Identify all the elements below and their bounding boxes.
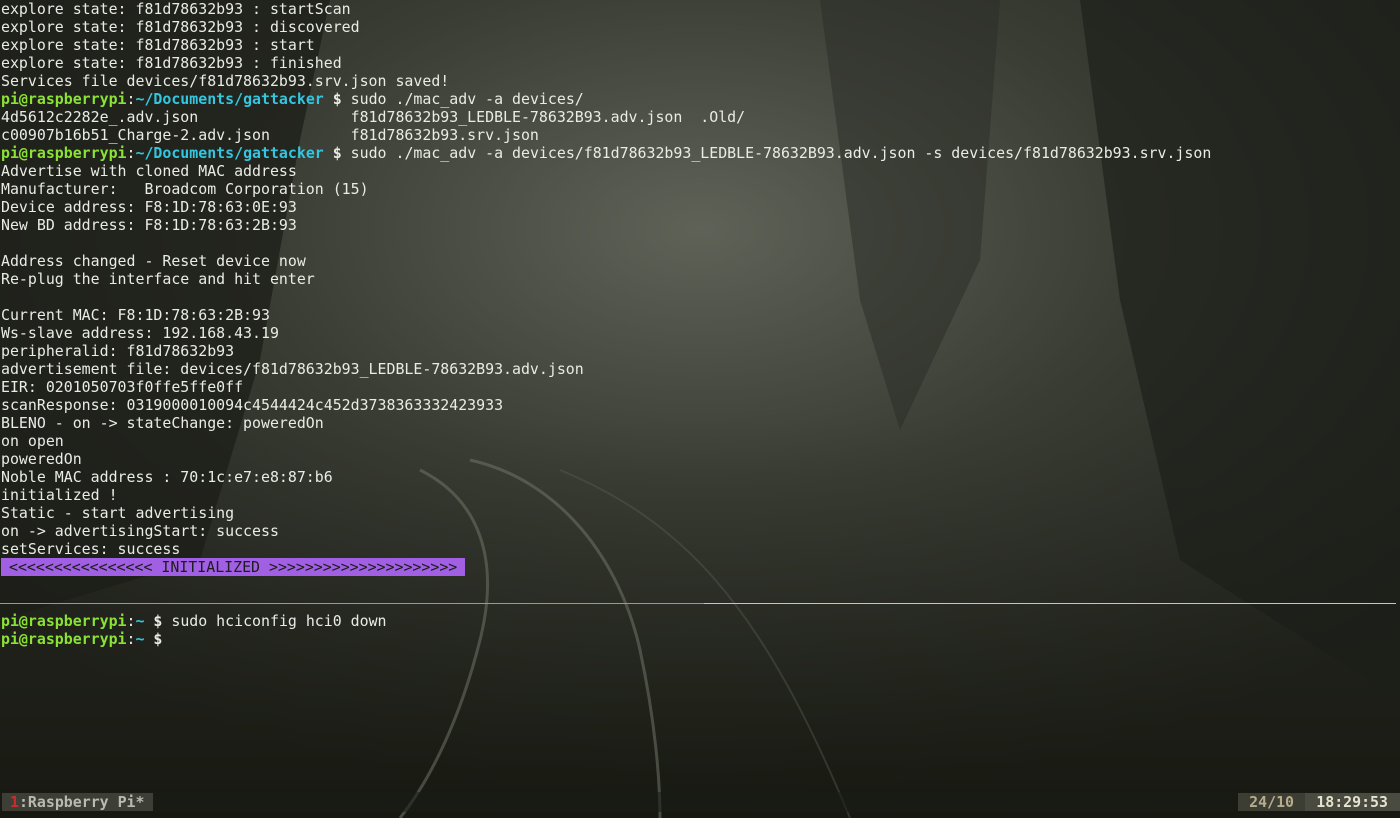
output-line: explore state: f81d78632b93 : discovered — [1, 18, 360, 36]
prompt-user-host: pi@raspberrypi — [1, 612, 127, 630]
output-line: on open — [1, 432, 64, 450]
window-index: 1 — [10, 793, 19, 811]
prompt-symbol: $ — [332, 144, 342, 162]
output-line: advertisement file: devices/f81d78632b93… — [1, 360, 584, 378]
output-line: Device address: F8:1D:78:63:0E:93 — [1, 198, 297, 216]
initialized-banner: <<<<<<<<<<<<<<<< INITIALIZED >>>>>>>>>>>… — [1, 558, 466, 576]
output-line: Services file devices/f81d78632b93.srv.j… — [1, 72, 450, 90]
output-line: EIR: 0201050703f0ffe5ffe0ff — [1, 378, 244, 396]
prompt-line: pi@raspberrypi:~/Documents/gattacker $ s… — [1, 144, 1212, 162]
window-name: :Raspberry Pi* — [18, 793, 145, 811]
output-line: on -> advertisingStart: success — [1, 522, 279, 540]
output-line: Advertise with cloned MAC address — [1, 162, 297, 180]
terminal-pane-bottom[interactable]: pi@raspberrypi:~ $ sudo hciconfig hci0 d… — [1, 612, 1399, 790]
prompt-symbol: $ — [153, 630, 163, 648]
output-line: Static - start advertising — [1, 504, 235, 522]
prompt-path: ~ — [135, 630, 145, 648]
output-line: peripheralid: f81d78632b93 — [1, 342, 235, 360]
prompt-line[interactable]: pi@raspberrypi:~ $ — [1, 630, 1399, 648]
command-text: sudo hciconfig hci0 down — [171, 612, 387, 630]
output-line: Current MAC: F8:1D:78:63:2B:93 — [1, 306, 270, 324]
prompt-user-host: pi@raspberrypi — [1, 90, 127, 108]
command-text: sudo ./mac_adv -a devices/ — [350, 90, 584, 108]
prompt-symbol: $ — [332, 90, 342, 108]
output-line: Ws-slave address: 192.168.43.19 — [1, 324, 279, 342]
prompt-line: pi@raspberrypi:~/Documents/gattacker $ s… — [1, 90, 584, 108]
output-line: explore state: f81d78632b93 : finished — [1, 54, 342, 72]
prompt-line: pi@raspberrypi:~ $ sudo hciconfig hci0 d… — [1, 612, 387, 630]
output-line: BLENO - on -> stateChange: poweredOn — [1, 414, 324, 432]
output-line: Re-plug the interface and hit enter — [1, 270, 315, 288]
prompt-symbol: $ — [153, 612, 163, 630]
output-line: Noble MAC address : 70:1c:e7:e8:87:b6 — [1, 468, 333, 486]
status-clock: 18:29:53 — [1305, 793, 1400, 811]
prompt-path: ~/Documents/gattacker — [135, 144, 324, 162]
output-line: Manufacturer: Broadcom Corporation (15) — [1, 180, 369, 198]
output-line: initialized ! — [1, 486, 118, 504]
completion-line: 4d5612c2282e_.adv.json f81d78632b93_LEDB… — [1, 108, 746, 126]
tmux-status-bar: 1:Raspberry Pi* 24/10 18:29:53 — [0, 792, 1400, 812]
prompt-user-host: pi@raspberrypi — [1, 630, 127, 648]
completion-line: c00907b16b51_Charge-2.adv.json f81d78632… — [1, 126, 539, 144]
terminal-pane-top[interactable]: explore state: f81d78632b93 : startScan … — [1, 0, 1399, 580]
output-line: scanResponse: 0319000010094c4544424c452d… — [1, 396, 504, 414]
output-line: poweredOn — [1, 450, 82, 468]
pane-divider-active — [0, 603, 704, 604]
command-text: sudo ./mac_adv -a devices/f81d78632b93_L… — [350, 144, 1212, 162]
output-line: setServices: success — [1, 540, 181, 558]
prompt-path: ~/Documents/gattacker — [135, 90, 324, 108]
output-line: explore state: f81d78632b93 : startScan — [1, 0, 351, 18]
prompt-user-host: pi@raspberrypi — [1, 144, 127, 162]
output-line: New BD address: F8:1D:78:63:2B:93 — [1, 216, 297, 234]
output-line: Address changed - Reset device now — [1, 252, 306, 270]
initialized-banner-line: <<<<<<<<<<<<<<<< INITIALIZED >>>>>>>>>>>… — [1, 558, 1399, 576]
status-ratio: 24/10 — [1238, 793, 1305, 811]
output-line: explore state: f81d78632b93 : start — [1, 36, 315, 54]
prompt-path: ~ — [135, 612, 145, 630]
window-tab-raspberry-pi[interactable]: 1:Raspberry Pi* — [2, 793, 154, 811]
